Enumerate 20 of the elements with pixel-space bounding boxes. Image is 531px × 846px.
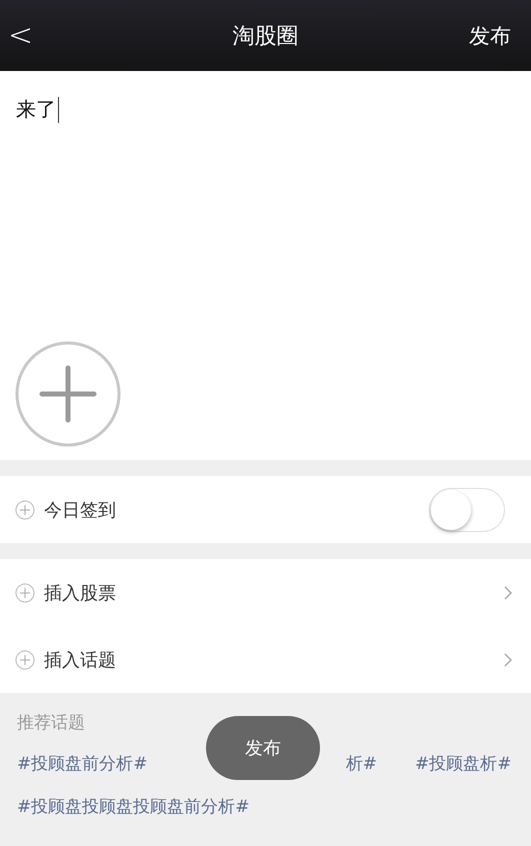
toast-message: 发布 [206,716,320,780]
plus-icon [15,582,35,602]
post-input-field[interactable]: 来了 [16,96,59,123]
add-photo-icon[interactable] [15,341,121,447]
option-label[interactable]: 插入话题 [44,648,116,672]
section-title: 推荐话题 [17,712,85,734]
chevron-right-icon [503,652,513,668]
topic-link[interactable]: #投顾盘析# [415,752,513,775]
topic-link[interactable]: 析# [346,752,377,775]
check-in-switch[interactable] [429,488,505,532]
check-in-label: 今日签到 [44,498,116,522]
topic-link[interactable]: #投顾盘投顾盘投顾盘前分析# [17,795,513,818]
back-button[interactable]: < [8,18,34,53]
chevron-right-icon [503,584,513,600]
option-label[interactable]: 插入股票 [44,580,116,604]
page-title: 淘股圈 [232,22,298,50]
plus-icon [15,650,35,670]
topic-link[interactable]: #投顾盘前分析# [17,752,199,775]
publish-button[interactable]: 发布 [469,22,511,50]
plus-icon [15,500,35,520]
